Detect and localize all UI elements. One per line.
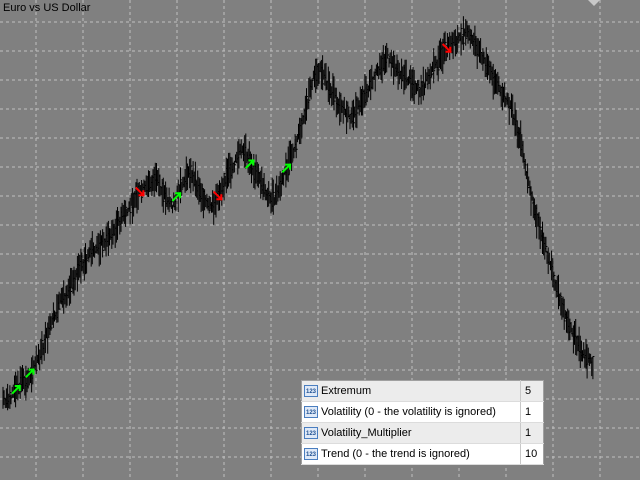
parameters-table: 123 Extremum 5 123 Volatility (0 - the vol… — [301, 380, 544, 465]
integer-type-icon: 123 — [304, 406, 318, 419]
table-row[interactable]: 123 Volatility (0 - the volatility is ign… — [301, 401, 544, 423]
table-row[interactable]: 123 Volatility_Multiplier 1 — [301, 422, 544, 444]
integer-type-icon: 123 — [304, 448, 318, 461]
integer-type-icon: 123 — [304, 385, 318, 398]
parameter-name: Volatility (0 - the volatility is ignore… — [321, 406, 496, 419]
table-row[interactable]: 123 Extremum 5 — [301, 380, 544, 402]
parameter-value[interactable]: 10 — [520, 443, 544, 465]
symbol-title: Euro vs US Dollar — [3, 2, 91, 14]
scroll-indicator-icon — [588, 0, 600, 6]
table-row[interactable]: 123 Trend (0 - the trend is ignored) 10 — [301, 443, 544, 465]
parameter-value[interactable]: 1 — [520, 401, 544, 423]
parameter-name: Extremum — [321, 385, 372, 398]
parameter-name: Trend (0 - the trend is ignored) — [321, 448, 470, 461]
parameter-name: Volatility_Multiplier — [321, 427, 412, 440]
price-bars — [2, 16, 595, 411]
integer-type-icon: 123 — [304, 427, 318, 440]
parameter-value[interactable]: 5 — [520, 380, 544, 402]
parameter-value[interactable]: 1 — [520, 422, 544, 444]
